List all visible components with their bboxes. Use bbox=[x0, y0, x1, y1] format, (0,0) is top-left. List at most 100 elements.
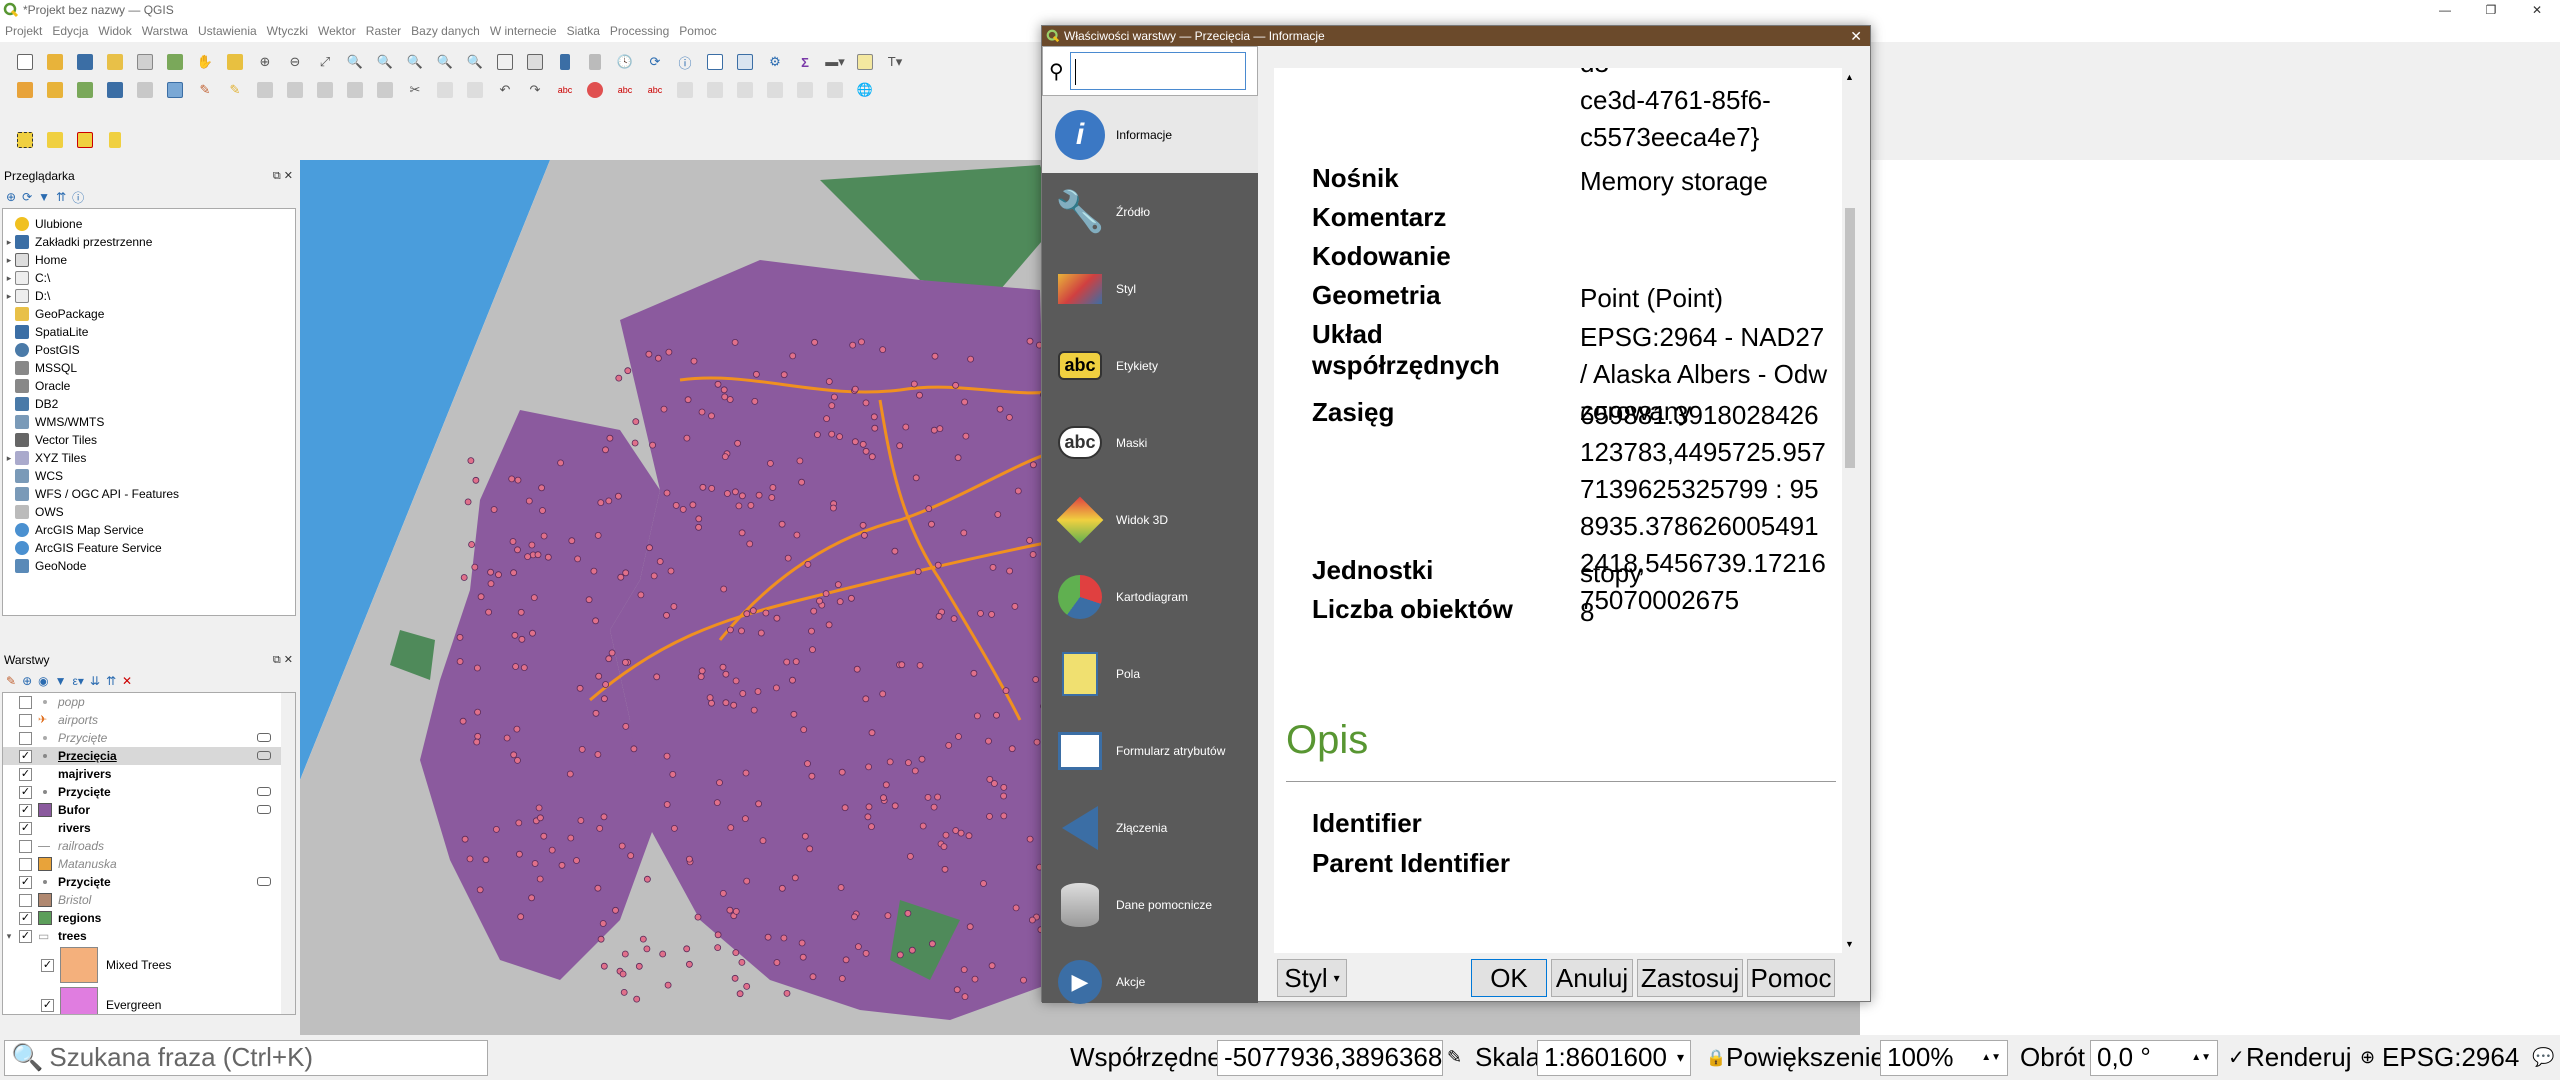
nav-item-actions[interactable]: ▶ Akcje bbox=[1042, 943, 1258, 1020]
digitizing-pencil-icon[interactable]: ✎ bbox=[194, 79, 216, 101]
measure-icon[interactable]: ▬▾ bbox=[824, 51, 846, 73]
zoom-next-icon[interactable]: 🔍 bbox=[464, 51, 486, 73]
attribute-table-icon[interactable] bbox=[704, 51, 726, 73]
browser-item[interactable]: ▸ C:\ bbox=[3, 269, 295, 287]
cut-features-icon[interactable]: ✂ bbox=[404, 79, 426, 101]
label-show-icon[interactable]: abc bbox=[644, 79, 666, 101]
browser-item[interactable]: ▸ Home bbox=[3, 251, 295, 269]
collapse-all-icon[interactable]: ⇈ bbox=[56, 190, 66, 204]
save-edits-icon[interactable] bbox=[254, 79, 276, 101]
properties-icon[interactable]: ⓘ bbox=[72, 189, 84, 206]
nav-item-view3d[interactable]: Widok 3D bbox=[1042, 481, 1258, 558]
label-change-icon[interactable] bbox=[734, 79, 756, 101]
nav-item-diagram[interactable]: Kartodiagram bbox=[1042, 558, 1258, 635]
nav-item-joins[interactable]: Złączenia bbox=[1042, 789, 1258, 866]
statistics-icon[interactable]: Σ bbox=[794, 51, 816, 73]
nav-item-labels[interactable]: abc Etykiety bbox=[1042, 327, 1258, 404]
nav-item-masks[interactable]: abc Maski bbox=[1042, 404, 1258, 481]
deselect-icon[interactable] bbox=[74, 129, 96, 151]
zoom-spinbox[interactable]: 100% ▲▼ bbox=[1880, 1039, 2008, 1076]
layer-visibility-checkbox[interactable]: ✓ bbox=[19, 803, 32, 817]
layer-visibility-checkbox[interactable] bbox=[19, 839, 32, 853]
label-rotate-icon[interactable] bbox=[704, 79, 726, 101]
menu-wektor[interactable]: Wektor bbox=[313, 24, 361, 38]
layer-visibility-checkbox[interactable]: ✓ bbox=[19, 911, 32, 925]
browser-item[interactable]: WCS bbox=[3, 467, 295, 485]
print-layout-icon[interactable] bbox=[134, 51, 156, 73]
zoom-last-icon[interactable]: 🔍 bbox=[434, 51, 456, 73]
layer-row[interactable]: ▾ ✓ ▭ trees bbox=[3, 927, 295, 945]
zoom-out-icon[interactable]: ⊖ bbox=[284, 51, 306, 73]
menu-warstwa[interactable]: Warstwa bbox=[137, 24, 193, 38]
undo-icon[interactable]: ↶ bbox=[494, 79, 516, 101]
scroll-up-icon[interactable]: ▲ bbox=[1845, 72, 1854, 82]
menu-ustawienia[interactable]: Ustawienia bbox=[193, 24, 262, 38]
zoom-full-icon[interactable]: ⤢ bbox=[314, 51, 336, 73]
layer-row[interactable]: ✓ Przycięte bbox=[3, 783, 295, 801]
layer-visibility-checkbox[interactable] bbox=[19, 713, 32, 727]
field-calculator-icon[interactable] bbox=[734, 51, 756, 73]
paste-features-icon[interactable] bbox=[464, 79, 486, 101]
plugin-globe-icon[interactable]: 🌐 bbox=[854, 79, 876, 101]
layer-row[interactable]: ✓ Przecięcia bbox=[3, 747, 295, 765]
layer-visibility-checkbox[interactable]: ✓ bbox=[19, 929, 32, 943]
menu-processing[interactable]: Processing bbox=[605, 24, 674, 38]
layer-row[interactable]: ✓ regions bbox=[3, 909, 295, 927]
annotation-icon[interactable]: T▾ bbox=[884, 51, 906, 73]
content-scrollbar[interactable]: ▲ ▼ bbox=[1842, 68, 1858, 953]
bookmark-new-icon[interactable] bbox=[554, 51, 576, 73]
menu-siatka[interactable]: Siatka bbox=[562, 24, 605, 38]
filter-legend-icon[interactable]: ▼ bbox=[55, 674, 67, 688]
pan-selected-icon[interactable] bbox=[104, 129, 126, 151]
extents-toggle-icon[interactable]: ✎ bbox=[1447, 1047, 1462, 1068]
style-pin-icon[interactable] bbox=[824, 79, 846, 101]
layer-visibility-checkbox[interactable] bbox=[19, 731, 32, 745]
save-project-icon[interactable] bbox=[74, 51, 96, 73]
nav-search-input[interactable] bbox=[1069, 52, 1246, 90]
new-spatialite-icon[interactable] bbox=[104, 79, 126, 101]
layer-visibility-checkbox[interactable]: ✓ bbox=[19, 749, 32, 763]
menu-projekt[interactable]: Projekt bbox=[0, 24, 47, 38]
cancel-button[interactable]: Anuluj bbox=[1551, 959, 1633, 997]
scale-combobox[interactable]: 1:8601600 ▾ bbox=[1537, 1039, 1691, 1076]
menu-wtyczki[interactable]: Wtyczki bbox=[262, 24, 313, 38]
nav-item-source[interactable]: 🔧 Źródło bbox=[1042, 173, 1258, 250]
label-move-icon[interactable] bbox=[674, 79, 696, 101]
filter-expression-icon[interactable]: ε▾ bbox=[73, 674, 84, 688]
new-geopackage-icon[interactable] bbox=[44, 79, 66, 101]
temporal-controller-icon[interactable]: 🕓 bbox=[614, 51, 636, 73]
menu-edycja[interactable]: Edycja bbox=[47, 24, 93, 38]
show-bookmarks-icon[interactable] bbox=[584, 51, 606, 73]
zoom-selection-icon[interactable]: 🔍 bbox=[344, 51, 366, 73]
browser-item[interactable]: OWS bbox=[3, 503, 295, 521]
legend-checkbox[interactable]: ✓ bbox=[41, 998, 54, 1012]
pan-icon[interactable]: ✋ bbox=[194, 51, 216, 73]
layer-row[interactable]: Matanuska bbox=[3, 855, 295, 873]
layer-indicator-icon[interactable] bbox=[257, 805, 271, 814]
layer-row[interactable]: railroads bbox=[3, 837, 295, 855]
layer-row[interactable]: popp bbox=[3, 693, 295, 711]
render-checkbox[interactable]: ✓ bbox=[2228, 1045, 2245, 1070]
delete-selected-icon[interactable] bbox=[374, 79, 396, 101]
new-map-view-icon[interactable] bbox=[494, 51, 516, 73]
scrollbar-thumb[interactable] bbox=[1845, 208, 1855, 468]
nav-item-form[interactable]: Formularz atrybutów bbox=[1042, 712, 1258, 789]
zoom-native-icon[interactable]: 🔍 bbox=[404, 51, 426, 73]
rotation-spinbox[interactable]: 0,0 ° ▲▼ bbox=[2090, 1039, 2218, 1076]
zoom-layer-icon[interactable]: 🔍 bbox=[374, 51, 396, 73]
minimize-button[interactable]: — bbox=[2422, 0, 2468, 20]
browser-item[interactable]: Ulubione bbox=[3, 215, 295, 233]
nav-item-info[interactable]: i Informacje bbox=[1042, 96, 1258, 173]
browser-item[interactable]: ▸ D:\ bbox=[3, 287, 295, 305]
layer-visibility-checkbox[interactable]: ✓ bbox=[19, 767, 32, 781]
new-virtual-layer-icon[interactable] bbox=[164, 79, 186, 101]
browser-item[interactable]: ArcGIS Feature Service bbox=[3, 539, 295, 557]
copy-features-icon[interactable] bbox=[434, 79, 456, 101]
filter-browser-icon[interactable]: ▼ bbox=[38, 190, 50, 204]
layer-visibility-checkbox[interactable]: ✓ bbox=[19, 875, 32, 889]
browser-item[interactable]: WFS / OGC API - Features bbox=[3, 485, 295, 503]
style-manager-icon[interactable] bbox=[164, 51, 186, 73]
identify-icon[interactable]: ⓘ bbox=[674, 51, 696, 73]
remove-layer-icon[interactable]: ✕ bbox=[122, 674, 132, 688]
locator-search-input[interactable]: 🔍 Szukana fraza (Ctrl+K) bbox=[4, 1039, 488, 1076]
